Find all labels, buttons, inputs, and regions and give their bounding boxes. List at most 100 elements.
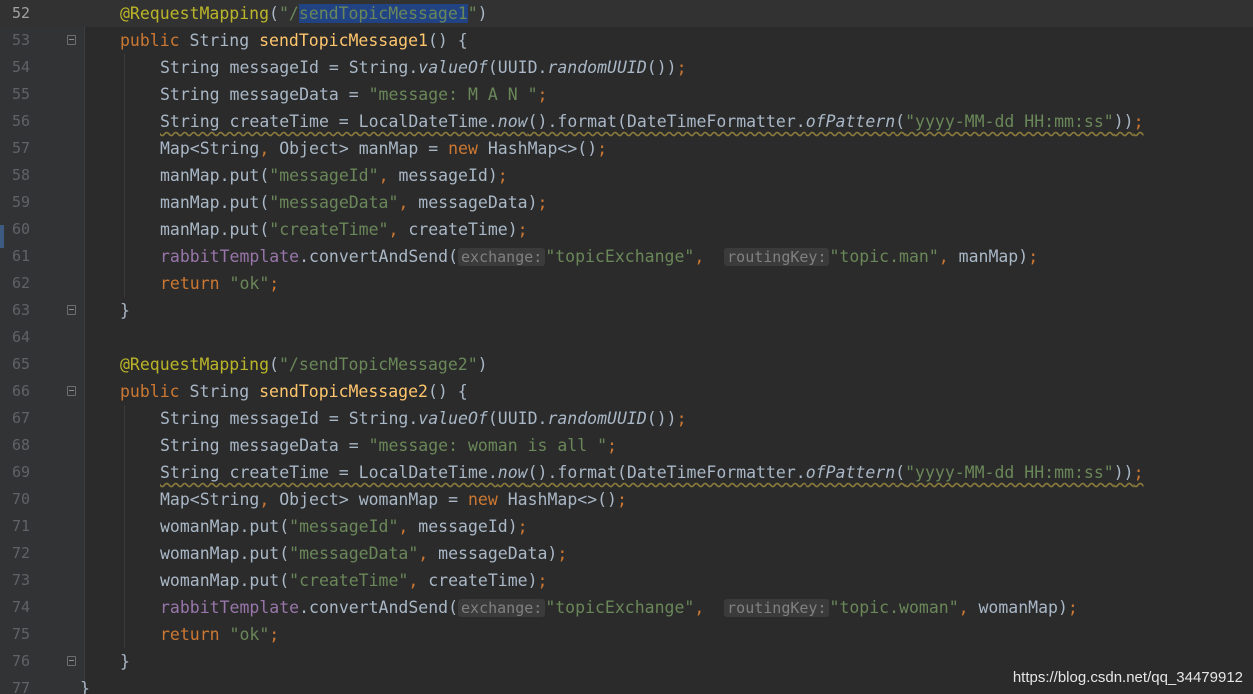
code-text[interactable]: rabbitTemplate.convertAndSend(exchange: "…	[160, 594, 1078, 622]
line-number[interactable]: 76	[0, 648, 30, 675]
code-text[interactable]: public String sendTopicMessage2() {	[120, 378, 468, 405]
keyword-token: ;	[676, 58, 687, 77]
code-line[interactable]: 62 return "ok";	[0, 270, 1253, 297]
line-number[interactable]: 72	[0, 540, 30, 567]
code-line[interactable]: 73 womanMap.put("createTime", createTime)…	[0, 567, 1253, 594]
code-token: womanMap.put(	[160, 517, 290, 536]
line-number[interactable]: 58	[0, 162, 30, 189]
code-text[interactable]: Map<String, Object> manMap = new HashMap…	[160, 135, 607, 162]
line-number[interactable]: 60	[0, 216, 30, 243]
field-token: rabbitTemplate	[160, 247, 300, 266]
line-number[interactable]: 73	[0, 567, 30, 594]
code-line[interactable]: 61 rabbitTemplate.convertAndSend(exchange…	[0, 243, 1253, 270]
line-number[interactable]: 54	[0, 54, 30, 81]
line-number[interactable]: 63	[0, 297, 30, 324]
fold-collapse-icon[interactable]	[67, 656, 76, 666]
code-text[interactable]: manMap.put("messageId", messageId);	[160, 162, 508, 189]
code-token: String	[189, 31, 260, 50]
code-token: valueOf	[418, 58, 488, 77]
fold-collapse-icon[interactable]	[67, 386, 76, 396]
code-text[interactable]: return "ok";	[160, 270, 279, 297]
code-text[interactable]: String messageData = "message: woman is …	[160, 432, 617, 459]
code-token: randomUUID	[547, 409, 647, 428]
code-text[interactable]: rabbitTemplate.convertAndSend(exchange: "…	[160, 243, 1038, 271]
code-text[interactable]: womanMap.put("messageData", messageData)…	[160, 540, 567, 567]
line-number[interactable]: 70	[0, 486, 30, 513]
code-text[interactable]: @RequestMapping("/sendTopicMessage1")	[120, 0, 488, 27]
code-token: () {	[427, 31, 468, 50]
line-number[interactable]: 77	[0, 675, 30, 694]
code-text[interactable]: String messageId = String.valueOf(UUID.r…	[160, 405, 687, 432]
line-number[interactable]: 56	[0, 108, 30, 135]
code-token: ().format(DateTimeFormatter.	[527, 112, 806, 131]
code-line[interactable]: 66 public String sendTopicMessage2() {	[0, 378, 1253, 405]
code-line[interactable]: 68 String messageData = "message: woman i…	[0, 432, 1253, 459]
line-number[interactable]: 59	[0, 189, 30, 216]
line-number[interactable]: 61	[0, 243, 30, 270]
line-number[interactable]: 71	[0, 513, 30, 540]
code-line[interactable]: 65 @RequestMapping("/sendTopicMessage2")	[0, 351, 1253, 378]
code-line[interactable]: 64	[0, 324, 1253, 351]
code-text[interactable]: manMap.put("createTime", createTime);	[160, 216, 528, 243]
code-text[interactable]: String createTime = LocalDateTime.now().…	[160, 459, 1144, 486]
code-line[interactable]: 53 public String sendTopicMessage1() {	[0, 27, 1253, 54]
code-text[interactable]: String messageData = "message: M A N ";	[160, 81, 547, 108]
code-line[interactable]: 60 manMap.put("createTime", createTime);	[0, 216, 1253, 243]
code-editor[interactable]: 52 @RequestMapping("/sendTopicMessage1") 5…	[0, 0, 1253, 694]
code-line[interactable]: 69 String createTime = LocalDateTime.now(…	[0, 459, 1253, 486]
code-line[interactable]: 59 manMap.put("messageData", messageData)…	[0, 189, 1253, 216]
line-number[interactable]: 53	[0, 27, 30, 54]
code-token: ofPattern	[805, 463, 896, 482]
keyword-token: ,	[259, 139, 280, 158]
line-number[interactable]: 57	[0, 135, 30, 162]
line-number[interactable]: 55	[0, 81, 30, 108]
code-text[interactable]: }	[120, 297, 130, 324]
line-number[interactable]: 75	[0, 621, 30, 648]
keyword-token: new	[448, 139, 488, 158]
code-line[interactable]: 56 String createTime = LocalDateTime.now(…	[0, 108, 1253, 135]
code-line[interactable]: 52 @RequestMapping("/sendTopicMessage1")	[0, 0, 1253, 27]
code-text[interactable]: womanMap.put("messageId", messageId);	[160, 513, 528, 540]
code-text[interactable]: String createTime = LocalDateTime.now().…	[160, 108, 1144, 135]
selected-text: sendTopicMessage1	[298, 4, 468, 23]
code-line[interactable]: 54 String messageId = String.valueOf(UUID…	[0, 54, 1253, 81]
code-line[interactable]: 58 manMap.put("messageId", messageId);	[0, 162, 1253, 189]
line-number[interactable]: 52	[0, 0, 30, 27]
code-line[interactable]: 74 rabbitTemplate.convertAndSend(exchange…	[0, 594, 1253, 621]
code-line[interactable]: 55 String messageData = "message: M A N "…	[0, 81, 1253, 108]
string-token: "topicExchange"	[545, 598, 695, 617]
string-token: "message: woman is all "	[368, 436, 608, 455]
code-text[interactable]: public String sendTopicMessage1() {	[120, 27, 468, 54]
line-number[interactable]: 69	[0, 459, 30, 486]
code-line[interactable]: 70 Map<String, Object> womanMap = new Has…	[0, 486, 1253, 513]
fold-collapse-icon[interactable]	[67, 35, 76, 45]
string-token: "ok"	[229, 625, 270, 644]
code-text[interactable]: }	[120, 648, 130, 675]
code-line[interactable]: 72 womanMap.put("messageData", messageDat…	[0, 540, 1253, 567]
code-text[interactable]: String messageId = String.valueOf(UUID.r…	[160, 54, 687, 81]
code-line[interactable]: 63}	[0, 297, 1253, 324]
string-token: "messageData"	[269, 193, 399, 212]
code-token: HashMap<>()	[507, 490, 617, 509]
line-number[interactable]: 62	[0, 270, 30, 297]
code-text[interactable]: womanMap.put("createTime", createTime);	[160, 567, 547, 594]
class-closing-brace: }	[80, 679, 90, 694]
line-number[interactable]: 67	[0, 405, 30, 432]
code-token: (	[895, 463, 906, 482]
code-line[interactable]: 71 womanMap.put("messageId", messageId);	[0, 513, 1253, 540]
keyword-token: ,	[418, 544, 439, 563]
line-number[interactable]: 65	[0, 351, 30, 378]
line-number[interactable]: 68	[0, 432, 30, 459]
code-line[interactable]: 67 String messageId = String.valueOf(UUID…	[0, 405, 1253, 432]
code-line[interactable]: 57 Map<String, Object> manMap = new HashM…	[0, 135, 1253, 162]
code-token: now	[497, 463, 528, 482]
code-text[interactable]: @RequestMapping("/sendTopicMessage2")	[120, 351, 488, 378]
code-text[interactable]: manMap.put("messageData", messageData);	[160, 189, 547, 216]
line-number[interactable]: 74	[0, 594, 30, 621]
code-text[interactable]: return "ok";	[160, 621, 279, 648]
fold-collapse-icon[interactable]	[67, 305, 76, 315]
code-line[interactable]: 75 return "ok";	[0, 621, 1253, 648]
line-number[interactable]: 64	[0, 324, 30, 351]
code-text[interactable]: Map<String, Object> womanMap = new HashM…	[160, 486, 627, 513]
line-number[interactable]: 66	[0, 378, 30, 405]
